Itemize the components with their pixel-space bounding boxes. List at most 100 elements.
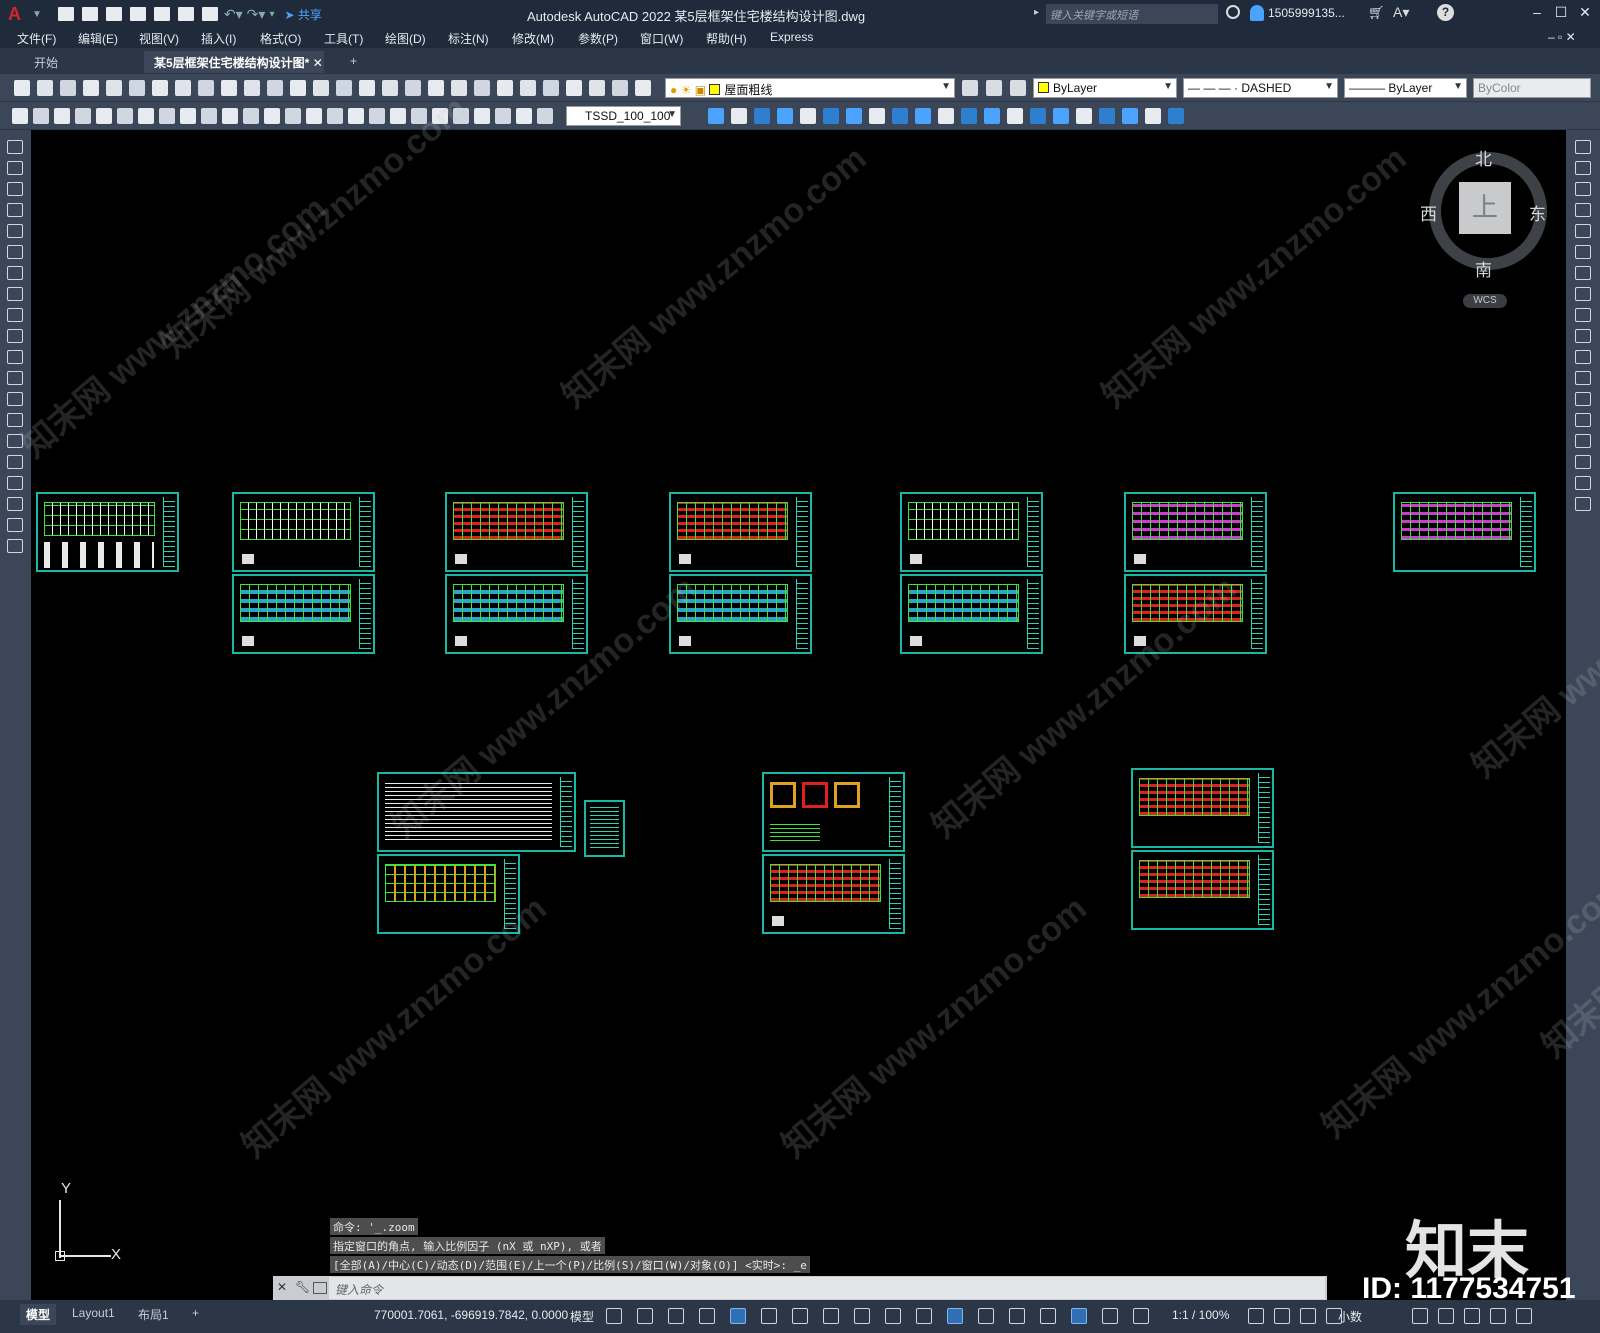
trim-icon[interactable] [1575, 329, 1591, 343]
tssd-grid-icon[interactable] [1007, 108, 1023, 124]
tab-model[interactable]: 模型 [20, 1304, 57, 1325]
tssd-column-icon[interactable] [708, 108, 724, 124]
erase-icon[interactable] [1575, 140, 1591, 154]
dynamic-input-toggle-icon[interactable] [699, 1308, 715, 1324]
dim-linear-icon[interactable] [432, 108, 448, 124]
cart-icon[interactable]: 🛒︎ [1368, 5, 1385, 21]
layer-previous-icon[interactable] [1010, 80, 1026, 96]
menu-parametric[interactable]: 参数(P) [578, 30, 618, 47]
new-file-icon[interactable] [57, 7, 74, 21]
layer-properties-icon[interactable] [543, 80, 559, 96]
properties-icon[interactable] [382, 80, 398, 96]
compass-west[interactable]: 西 [1420, 200, 1437, 225]
dim-text-edit-icon[interactable] [390, 108, 406, 124]
menu-draw[interactable]: 绘图(D) [385, 30, 426, 47]
3d-osnap-toggle-icon[interactable] [978, 1308, 994, 1324]
offset-icon[interactable] [1575, 203, 1591, 217]
tssd-print-icon[interactable] [1099, 108, 1115, 124]
dim-radius-icon[interactable] [516, 108, 532, 124]
ellipse-arc-icon[interactable] [7, 350, 23, 364]
polar-toggle-icon[interactable] [761, 1308, 777, 1324]
calculator-icon[interactable] [497, 80, 513, 96]
annotation-visibility-toggle-icon[interactable] [1102, 1308, 1118, 1324]
plot-icon[interactable] [201, 7, 218, 21]
jogged-linear-icon[interactable] [348, 108, 364, 124]
break-icon[interactable] [1575, 392, 1591, 406]
extend-icon[interactable] [1575, 350, 1591, 364]
close-tab-icon[interactable]: ✕ [313, 56, 323, 70]
plot-icon[interactable] [83, 80, 99, 96]
markup-icon[interactable] [474, 80, 490, 96]
dim-break-icon[interactable] [264, 108, 280, 124]
open-icon[interactable] [612, 80, 628, 96]
dim-jogged-icon[interactable] [117, 108, 133, 124]
tab-active-drawing[interactable]: 某5层框架住宅楼结构设计图* ✕ [144, 51, 324, 73]
tssd-section-icon[interactable] [869, 108, 885, 124]
object-snap-tracking-toggle-icon[interactable] [823, 1308, 839, 1324]
workspace-icon[interactable] [1248, 1308, 1264, 1324]
drawing-sheet[interactable] [1131, 850, 1274, 930]
redo-icon[interactable]: ↷▾ [247, 6, 266, 23]
menu-express[interactable]: Express [770, 30, 813, 44]
isolate-objects-icon[interactable] [1438, 1308, 1454, 1324]
tssd-axis-icon[interactable] [984, 108, 1000, 124]
drawing-sheet[interactable] [445, 574, 588, 654]
drawing-sheet[interactable] [1124, 574, 1267, 654]
tssd-detail-icon[interactable] [1030, 108, 1046, 124]
sheet-set-icon[interactable] [451, 80, 467, 96]
close-button[interactable]: ✕ [1574, 4, 1596, 24]
save-as-icon[interactable] [129, 7, 146, 21]
spline-icon[interactable] [7, 308, 23, 322]
arc-icon[interactable] [7, 245, 23, 259]
add-layout-button[interactable]: + [186, 1304, 205, 1322]
revision-cloud-icon[interactable] [7, 287, 23, 301]
explode-icon[interactable] [1575, 497, 1591, 511]
stretch-icon[interactable] [1575, 308, 1591, 322]
drawing-sheet[interactable] [36, 492, 179, 572]
dim-continue-icon[interactable] [222, 108, 238, 124]
wcs-menu-button[interactable]: WCS [1463, 294, 1507, 308]
dim-arc-icon[interactable] [54, 108, 70, 124]
inspect-icon[interactable] [327, 108, 343, 124]
application-menu-button[interactable]: A [8, 4, 30, 25]
import-icon[interactable] [153, 7, 170, 21]
user-icon[interactable] [1250, 5, 1264, 21]
dim-radius-icon[interactable] [96, 108, 112, 124]
tssd-table-icon[interactable] [892, 108, 908, 124]
dim-diameter-icon[interactable] [138, 108, 154, 124]
make-current-icon[interactable] [962, 80, 978, 96]
tssd-check-icon[interactable] [1076, 108, 1092, 124]
tssd-tool-icon[interactable] [1053, 108, 1069, 124]
compass-north[interactable]: 北 [1475, 145, 1492, 170]
new-tab-button[interactable]: + [340, 51, 367, 73]
lock-ui-icon[interactable] [1412, 1308, 1428, 1324]
table-icon[interactable] [7, 497, 23, 511]
drawing-sheet[interactable] [900, 492, 1043, 572]
hardware-acceleration-icon[interactable] [1464, 1308, 1480, 1324]
undo-icon[interactable]: ↶▾ [224, 6, 243, 23]
line-icon[interactable] [7, 140, 23, 154]
paste-icon[interactable] [198, 80, 214, 96]
copy-icon[interactable] [175, 80, 191, 96]
dim-jogged-icon[interactable] [537, 108, 553, 124]
redo-icon[interactable] [267, 80, 283, 96]
pan-icon[interactable] [290, 80, 306, 96]
dim-linear-icon[interactable] [12, 108, 28, 124]
design-center-icon[interactable] [405, 80, 421, 96]
lineweight-dropdown[interactable]: ——— ByLayer ▼ [1344, 78, 1467, 98]
close-command-icon[interactable]: ✕ [277, 1280, 287, 1294]
tssd-layer-icon[interactable] [1122, 108, 1138, 124]
tssd-hatch-icon[interactable] [961, 108, 977, 124]
drawing-sheet[interactable] [1124, 492, 1267, 572]
color-dropdown[interactable]: ByLayer ▼ [1033, 78, 1177, 98]
drawing-sheet[interactable] [762, 854, 905, 934]
break-at-point-icon[interactable] [1575, 371, 1591, 385]
dim-ordinate-icon[interactable] [495, 108, 511, 124]
command-input[interactable]: 键入命令 [329, 1277, 1325, 1299]
tssd-rebar-icon[interactable] [800, 108, 816, 124]
multiline-text-icon[interactable] [7, 518, 23, 532]
dim-update-icon[interactable] [411, 108, 427, 124]
auto-scale-toggle-icon[interactable] [1133, 1308, 1149, 1324]
quick-dim-icon[interactable] [180, 108, 196, 124]
ortho-toggle-icon[interactable] [730, 1308, 746, 1324]
